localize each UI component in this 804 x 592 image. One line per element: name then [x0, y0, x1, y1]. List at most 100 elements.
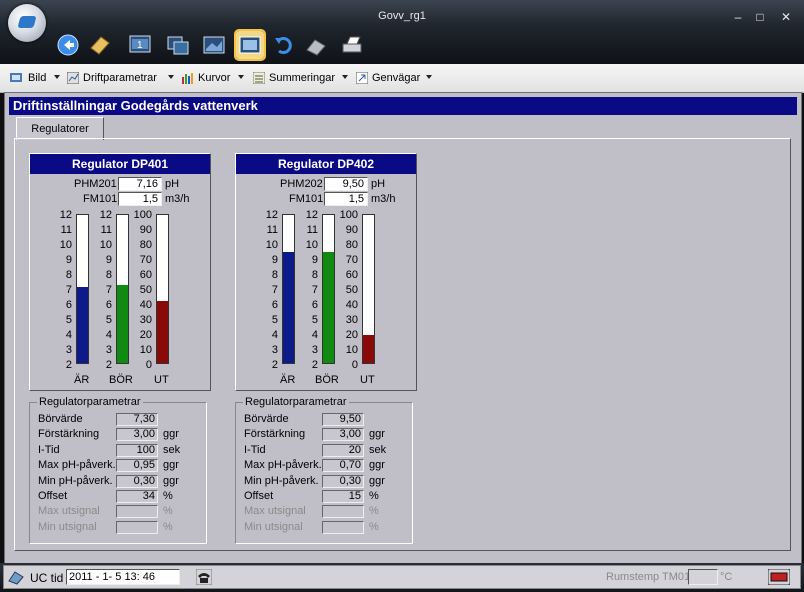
scale-tick-ut: 40 — [345, 299, 358, 311]
param-value-field[interactable]: 0,70 — [322, 459, 364, 473]
chevron-down-icon[interactable] — [168, 75, 174, 79]
param-value-field[interactable]: 0,30 — [322, 474, 364, 488]
param-value-field[interactable]: 34 — [116, 490, 158, 503]
scale-tick-ut: 0 — [145, 359, 152, 371]
sensor1-tag: PHM201 — [74, 178, 117, 190]
scale-tick-ar: 10 — [265, 239, 278, 251]
phone-fax-icon[interactable] — [302, 31, 330, 59]
scale-tick-bor: 10 — [305, 239, 318, 251]
maximize-button[interactable]: □ — [752, 9, 768, 25]
bar-label-bor: BÖR — [315, 374, 339, 386]
bar-ut-fill — [157, 300, 168, 363]
param-value-field — [322, 520, 364, 534]
scale-tick-ut: 50 — [139, 284, 152, 296]
screen-1-icon[interactable]: 1 — [126, 31, 154, 59]
scale-tick-bor: 12 — [99, 209, 112, 221]
param-value-field[interactable]: 15 — [322, 490, 364, 503]
param-value-field[interactable]: 100 — [116, 443, 158, 457]
scale-tick-bor: 9 — [311, 254, 318, 266]
param-value-field[interactable]: 9,50 — [322, 413, 364, 426]
scale-tick-ut: 10 — [345, 344, 358, 356]
scale-tick-ar: 12 — [265, 209, 278, 221]
sensor2-unit: m3/h — [371, 193, 396, 205]
scale-tick-bor: 6 — [311, 299, 318, 311]
chevron-down-icon[interactable] — [54, 75, 60, 79]
param-unit: % — [163, 520, 173, 533]
note-icon[interactable] — [86, 31, 114, 59]
menu-driftparametrar[interactable]: Driftparametrar — [83, 72, 157, 84]
scale-tick-ut: 20 — [139, 329, 152, 341]
scale-tick-ar: 11 — [266, 224, 278, 236]
rumstemp-label: Rumstemp TM01 — [606, 571, 691, 583]
bar-bor-fill — [117, 284, 128, 363]
param-value-field — [116, 505, 158, 519]
bar-label-bor: BÖR — [109, 374, 133, 386]
param-value-field[interactable]: 7,30 — [116, 413, 158, 426]
bar-label-ar: ÄR — [280, 374, 296, 386]
minimize-button[interactable]: – — [730, 9, 746, 25]
chevron-down-icon[interactable] — [238, 75, 244, 79]
param-value-field[interactable]: 3,00 — [322, 428, 364, 442]
scale-tick-ar: 8 — [271, 269, 278, 281]
scale-tick-bor: 5 — [105, 314, 112, 326]
param-label: Max utsignal — [38, 505, 100, 518]
param-value-field[interactable]: 3,00 — [116, 428, 158, 442]
param-value-field[interactable]: 0,30 — [116, 474, 158, 488]
svg-text:1: 1 — [137, 40, 143, 51]
bar-label-ut: UT — [154, 374, 169, 386]
param-label: I-Tid — [38, 443, 60, 456]
close-button[interactable]: ✕ — [778, 9, 794, 25]
scale-tick-ut: 50 — [345, 284, 358, 296]
screens-icon[interactable] — [164, 31, 192, 59]
scale-tick-ut: 20 — [345, 329, 358, 341]
undo-icon[interactable] — [270, 31, 298, 59]
battery-icon — [768, 569, 790, 585]
scale-tick-ut: 100 — [339, 209, 358, 221]
bar-ut-fill — [363, 334, 374, 363]
client-area: Driftinställningar Godegårds vattenverk … — [4, 92, 802, 564]
bar-ut — [362, 214, 375, 364]
status-bar: UC tid 2011 - 1- 5 13: 46 Rumstemp TM01 … — [0, 563, 804, 592]
regulator-title: Regulator DP402 — [236, 154, 416, 174]
screen-selected-icon[interactable] — [234, 29, 266, 61]
param-unit: % — [369, 490, 379, 502]
sensor1-value: 9,50 — [324, 177, 368, 191]
tab-regulatorer[interactable]: Regulatorer — [16, 117, 104, 140]
bar-ar-fill — [77, 286, 88, 363]
menu-bild[interactable]: Bild — [28, 72, 46, 84]
menu-kurvor[interactable]: Kurvor — [198, 72, 230, 84]
scale-tick-ar: 7 — [271, 284, 278, 296]
screen-landscape-icon[interactable] — [200, 31, 228, 59]
printer-icon[interactable] — [338, 31, 366, 59]
scale-tick-bor: 10 — [99, 239, 112, 251]
sensor2-tag: FM101 — [83, 193, 118, 205]
scale-tick-ar: 10 — [59, 239, 72, 251]
scale-tick-ar: 5 — [65, 314, 72, 326]
back-icon[interactable] — [54, 31, 82, 59]
params-title: Regulatorparametrar — [243, 396, 349, 408]
scale-tick-ar: 9 — [271, 254, 278, 266]
genvagar-icon — [356, 72, 368, 84]
scale-tick-bor: 4 — [311, 329, 318, 341]
sensor2-tag: FM101 — [289, 193, 324, 205]
scale-tick-bor: 11 — [100, 224, 112, 236]
regulator-params-group-2: Regulatorparametrar Börvärde 9,50 Förstärk… — [235, 396, 413, 544]
param-unit: ggr — [163, 474, 179, 487]
menu-summeringar[interactable]: Summeringar — [269, 72, 335, 84]
param-unit: sek — [163, 443, 181, 456]
scale-tick-bor: 8 — [105, 269, 112, 281]
param-label: Min pH-påverk. — [244, 474, 319, 487]
uc-time-value: 2011 - 1- 5 13: 46 — [66, 569, 180, 585]
menu-genvagar[interactable]: Genvägar — [372, 72, 420, 84]
kurvor-icon — [182, 73, 193, 84]
telephone-icon[interactable] — [196, 569, 212, 585]
scale-tick-ut: 80 — [345, 239, 358, 251]
param-value-field[interactable]: 0,95 — [116, 459, 158, 473]
bar-ar — [76, 214, 89, 364]
param-unit: % — [369, 505, 379, 518]
chevron-down-icon[interactable] — [342, 75, 348, 79]
chevron-down-icon[interactable] — [426, 75, 432, 79]
param-value-field[interactable]: 20 — [322, 443, 364, 457]
param-unit: % — [163, 505, 173, 518]
param-unit: ggr — [163, 428, 179, 441]
